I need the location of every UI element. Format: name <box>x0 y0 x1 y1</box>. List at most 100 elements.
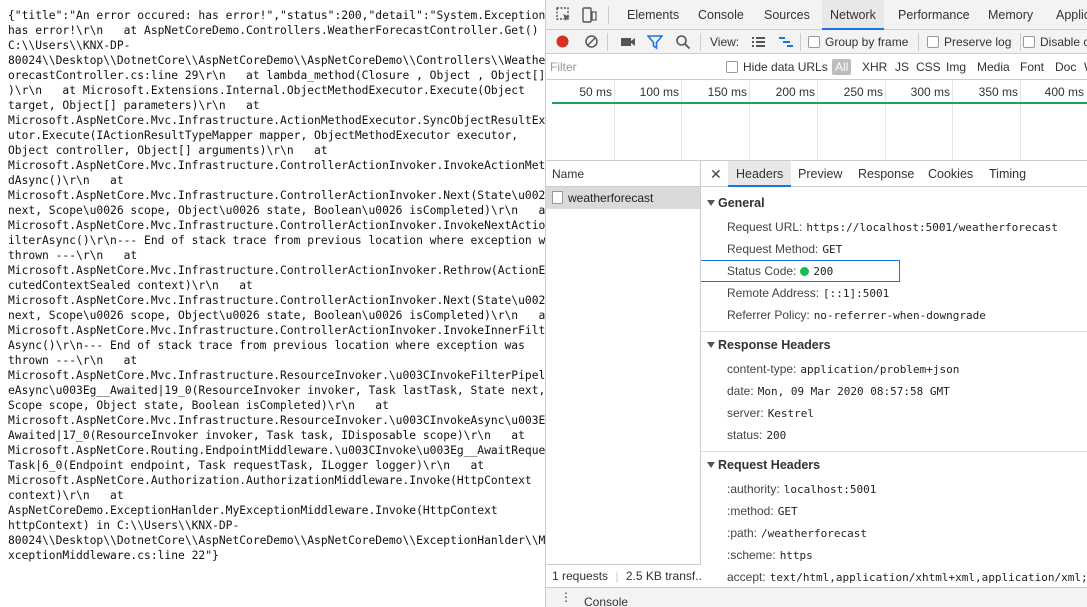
remote-address-value: [::1]:5001 <box>823 287 890 300</box>
record-icon[interactable] <box>555 34 570 49</box>
header-value: text/html,application/xhtml+xml,applicat… <box>769 571 1087 584</box>
filter-funnel-icon[interactable] <box>647 34 663 50</box>
request-url-value: https://localhost:5001/weatherforecast <box>806 221 1059 234</box>
tab-memory[interactable]: Memory <box>988 0 1033 30</box>
response-header-row: server: Kestrel <box>727 406 814 420</box>
network-toolbar: View: Group by frame Preserve log Disabl… <box>546 30 1087 54</box>
request-url-row: Request URL: https://localhost:5001/weath… <box>727 220 1058 234</box>
preserve-log-label: Preserve log <box>944 35 1012 49</box>
filter-input[interactable] <box>550 57 714 77</box>
request-headers-title: Request Headers <box>718 458 821 472</box>
status-code-label: Status Code: <box>727 264 797 278</box>
search-icon[interactable] <box>675 34 691 50</box>
filter-type-media[interactable]: Media <box>977 59 1010 75</box>
timeline-tick-label: 150 ms <box>707 85 747 99</box>
device-toolbar-icon[interactable] <box>580 6 598 24</box>
tab-headers[interactable]: Headers <box>728 161 792 187</box>
screenshot-camera-icon[interactable] <box>620 35 636 49</box>
response-pane: {"title":"An error occured: has error!",… <box>0 0 545 607</box>
clear-icon[interactable] <box>584 34 599 49</box>
tab-response[interactable]: Response <box>858 161 914 187</box>
tab-sources[interactable]: Sources <box>764 0 810 30</box>
header-name: content-type: <box>727 362 797 376</box>
filter-type-js[interactable]: JS <box>895 59 909 75</box>
hide-data-urls-checkbox[interactable]: Hide data URLs <box>726 59 828 75</box>
header-name: :method: <box>727 504 774 518</box>
large-rows-icon[interactable] <box>751 35 766 49</box>
response-headers-title: Response Headers <box>718 338 831 352</box>
header-name: :authority: <box>727 482 780 496</box>
checkbox-box[interactable] <box>808 36 820 48</box>
waterfall-overview-icon[interactable] <box>778 35 794 49</box>
disable-cache-label: Disable c <box>1040 35 1087 49</box>
header-name: :scheme: <box>727 548 776 562</box>
preserve-log-checkbox[interactable]: Preserve log <box>927 34 1011 50</box>
network-summary: 1 requests | 2.5 KB transf... <box>546 564 701 587</box>
tab-cookies[interactable]: Cookies <box>928 161 973 187</box>
checkbox-box[interactable] <box>1023 36 1035 48</box>
filter-type-css[interactable]: CSS <box>916 59 941 75</box>
timeline-tick-label: 350 ms <box>978 85 1018 99</box>
view-label: View: <box>710 35 740 49</box>
tab-application[interactable]: Applic <box>1056 0 1087 30</box>
timeline-gridline <box>749 80 750 160</box>
request-detail-panel: ✕ Headers Preview Response Cookies Timin… <box>701 161 1087 587</box>
expand-triangle-icon <box>707 462 715 468</box>
filter-type-doc[interactable]: Doc <box>1055 59 1076 75</box>
devtools-panel: Elements Console Sources Network Perform… <box>545 0 1087 607</box>
timeline-gridline <box>614 80 615 160</box>
filter-type-all[interactable]: All <box>832 59 852 75</box>
filter-bar: Hide data URLs All XHR JS CSS Img Media … <box>546 54 1087 80</box>
devtools-tabbar: Elements Console Sources Network Perform… <box>546 0 1087 30</box>
request-method-label: Request Method: <box>727 242 819 256</box>
response-headers-section-header[interactable]: Response Headers <box>707 338 831 352</box>
request-url-label: Request URL: <box>727 220 803 234</box>
summary-separator: | <box>615 569 619 583</box>
timeline-gridline <box>817 80 818 160</box>
name-column-header[interactable]: Name <box>546 161 700 187</box>
disable-cache-checkbox[interactable]: Disable c <box>1023 34 1087 50</box>
request-row-weatherforecast[interactable]: weatherforecast <box>546 187 700 209</box>
close-icon[interactable]: ✕ <box>710 161 722 187</box>
timeline-tick-label: 50 ms <box>579 85 612 99</box>
console-drawer-bar[interactable]: ⋮ Console <box>546 587 1087 607</box>
checkbox-box[interactable] <box>927 36 939 48</box>
toolbar-separator <box>1020 33 1021 51</box>
timeline-overview[interactable]: 50 ms 100 ms 150 ms 200 ms 250 ms 300 ms… <box>546 80 1087 161</box>
checkbox-box[interactable] <box>726 61 738 73</box>
toolbar-separator <box>800 33 801 51</box>
tab-preview[interactable]: Preview <box>798 161 842 187</box>
timeline-tick-label: 100 ms <box>639 85 679 99</box>
tab-console[interactable]: Console <box>698 0 744 30</box>
header-value: localhost:5001 <box>783 483 877 496</box>
request-headers-section-header[interactable]: Request Headers <box>707 458 820 472</box>
header-value: Kestrel <box>767 407 815 420</box>
timeline-tick-label: 300 ms <box>910 85 950 99</box>
filter-type-xhr[interactable]: XHR <box>862 59 887 75</box>
tab-performance[interactable]: Performance <box>898 0 970 30</box>
expand-triangle-icon <box>707 342 715 348</box>
tab-network[interactable]: Network <box>822 0 884 30</box>
timeline-tick-label: 400 ms <box>1044 85 1084 99</box>
inspect-element-icon[interactable] <box>555 6 573 24</box>
hide-data-urls-label: Hide data URLs <box>743 60 828 74</box>
timeline-tick-label: 200 ms <box>775 85 815 99</box>
section-divider <box>701 451 1087 452</box>
general-section-header[interactable]: General <box>707 196 765 210</box>
tab-timing[interactable]: Timing <box>989 161 1026 187</box>
timeline-gridline <box>885 80 886 160</box>
group-by-frame-checkbox[interactable]: Group by frame <box>808 34 908 50</box>
detail-tabbar: ✕ Headers Preview Response Cookies Timin… <box>701 161 1087 187</box>
request-header-row: :method: GET <box>727 504 798 518</box>
remote-address-label: Remote Address: <box>727 286 820 300</box>
filter-type-img[interactable]: Img <box>946 59 966 75</box>
filter-type-font[interactable]: Font <box>1020 59 1044 75</box>
console-drawer-label[interactable]: Console <box>584 595 628 607</box>
request-list: Name weatherforecast <box>546 161 701 587</box>
request-header-row: :authority: localhost:5001 <box>727 482 876 496</box>
more-options-icon[interactable]: ⋮ <box>560 590 573 604</box>
timeline-tick-label: 250 ms <box>843 85 883 99</box>
tab-elements[interactable]: Elements <box>627 0 679 30</box>
header-value: application/problem+json <box>800 363 960 376</box>
header-name: status: <box>727 428 763 442</box>
